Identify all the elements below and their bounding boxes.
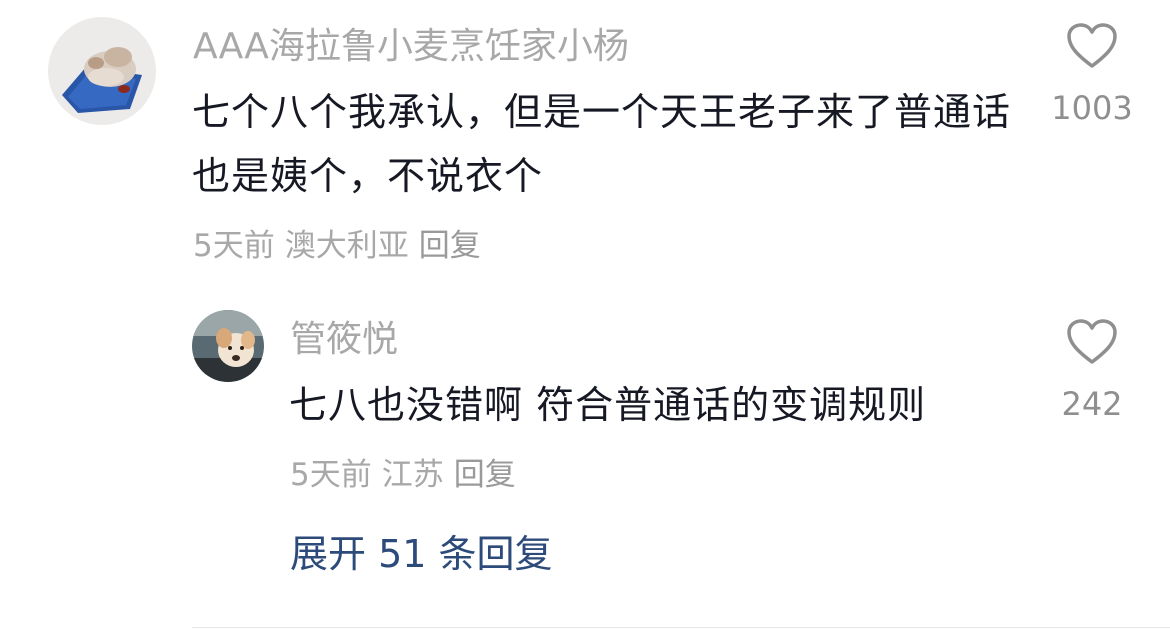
reply-button[interactable]: 回复 <box>419 228 481 264</box>
avatar[interactable] <box>48 17 156 125</box>
expand-replies-button[interactable]: 展开 51 条回复 <box>290 530 553 578</box>
comment-location: 澳大利亚 <box>284 228 409 264</box>
reply-author[interactable]: 管筱悦 <box>290 318 398 362</box>
like-button[interactable]: 1003 <box>1045 22 1139 128</box>
comment-text: 七个八个我承认，但是一个天王老子来了普通话也是姨个，不说衣个 <box>192 90 1012 198</box>
heart-outline-icon <box>1067 23 1117 68</box>
reply-location: 江苏 <box>381 457 444 493</box>
dog-photo-avatar-icon <box>192 310 264 382</box>
reply-meta: 5天前 江苏 回复 <box>290 455 526 495</box>
like-button[interactable]: 242 <box>1045 318 1139 424</box>
comment-time: 5天前 <box>193 228 275 264</box>
divider <box>192 627 1170 628</box>
avatar[interactable] <box>192 310 264 382</box>
reply-time: 5天前 <box>290 457 372 493</box>
like-count: 242 <box>1061 385 1123 423</box>
like-count: 1003 <box>1051 89 1133 127</box>
food-photo-avatar-icon <box>48 17 156 125</box>
heart-outline-icon <box>1067 319 1117 364</box>
comment-meta: 5天前 澳大利亚 回复 <box>193 226 491 266</box>
reply-button[interactable]: 回复 <box>454 457 516 493</box>
reply-text: 七八也没错啊 符合普通话的变调规则 <box>289 383 927 427</box>
comment-author[interactable]: AAA海拉鲁小麦烹饪家小杨 <box>193 25 629 69</box>
